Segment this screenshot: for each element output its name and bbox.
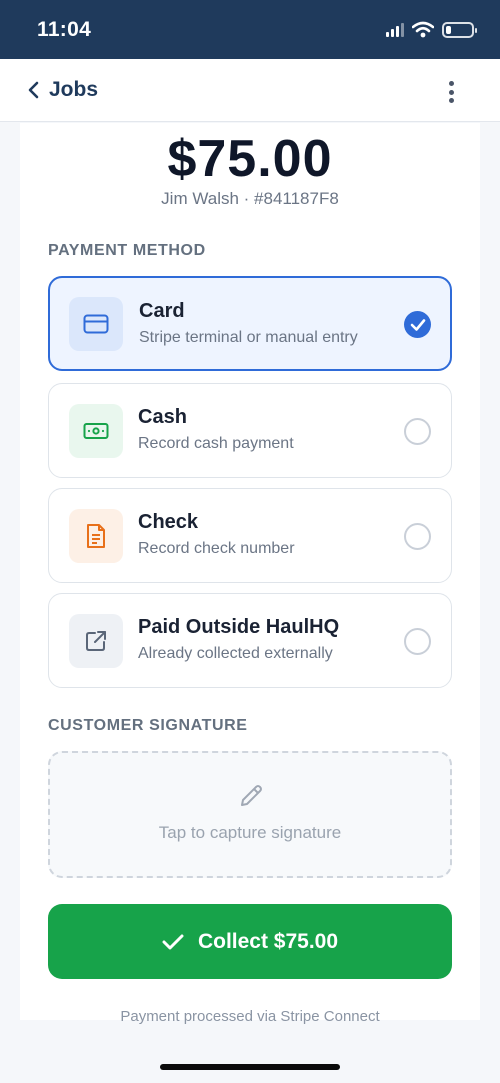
payment-content: $75.00 Jim Walsh · #841187F8 PAYMENT MET… [20,123,480,1025]
nav-bar: Jobs [0,59,500,122]
more-dot-icon [448,81,454,86]
document-icon [69,509,123,563]
status-bar: 11:04 [0,0,500,59]
chevron-left-icon [28,81,39,99]
radio-unchecked[interactable] [404,418,431,445]
home-indicator [160,1064,340,1070]
payment-method-label: PAYMENT METHOD [48,242,206,259]
payment-option-title: Paid Outside HaulHQ [138,616,340,638]
payment-option-title: Check [138,511,199,533]
job-meta: Jim Walsh · #841187F8 [161,189,339,208]
customer-signature-label: CUSTOMER SIGNATURE [48,717,248,734]
more-dot-icon [448,98,454,103]
payment-option-subtitle: Already collected externally [138,645,333,662]
collect-payment-button[interactable]: Collect $75.00 [48,904,452,979]
payment-option-outside[interactable]: Paid Outside HaulHQ Already collected ex… [48,593,452,688]
radio-unchecked[interactable] [404,628,431,655]
payment-option-card[interactable]: Card Stripe terminal or manual entry [48,276,452,371]
payment-amount: $75.00 [167,130,333,188]
payment-option-subtitle: Stripe terminal or manual entry [139,329,358,346]
payment-option-title: Card [139,300,185,322]
more-options-button[interactable] [442,79,460,105]
signature-pad[interactable]: Tap to capture signature [48,751,452,878]
payment-option-cash[interactable]: Cash Record cash payment [48,383,452,478]
payment-option-subtitle: Record check number [138,540,295,557]
battery-level [446,25,451,34]
radio-unchecked[interactable] [404,523,431,550]
banknote-icon [69,404,123,458]
collect-button-label: Collect $75.00 [197,929,339,953]
status-time: 11:04 [37,18,92,41]
radio-checked[interactable] [404,311,431,338]
check-icon [162,934,184,949]
status-icons [386,21,477,38]
more-dot-icon [448,89,454,95]
external-link-icon [69,614,123,668]
wifi-icon [412,21,434,38]
signature-placeholder: Tap to capture signature [158,823,342,842]
payment-option-check[interactable]: Check Record check number [48,488,452,583]
pencil-icon [241,785,262,806]
back-label: Jobs [49,78,99,101]
check-icon [410,318,425,331]
payment-option-subtitle: Record cash payment [138,435,294,452]
footer-note: Payment processed via Stripe Connect [120,1008,380,1025]
back-button[interactable]: Jobs [27,78,98,102]
payment-option-title: Cash [138,406,187,428]
battery-icon [442,21,477,38]
cellular-signal-icon [386,22,404,37]
credit-card-icon [69,297,123,351]
